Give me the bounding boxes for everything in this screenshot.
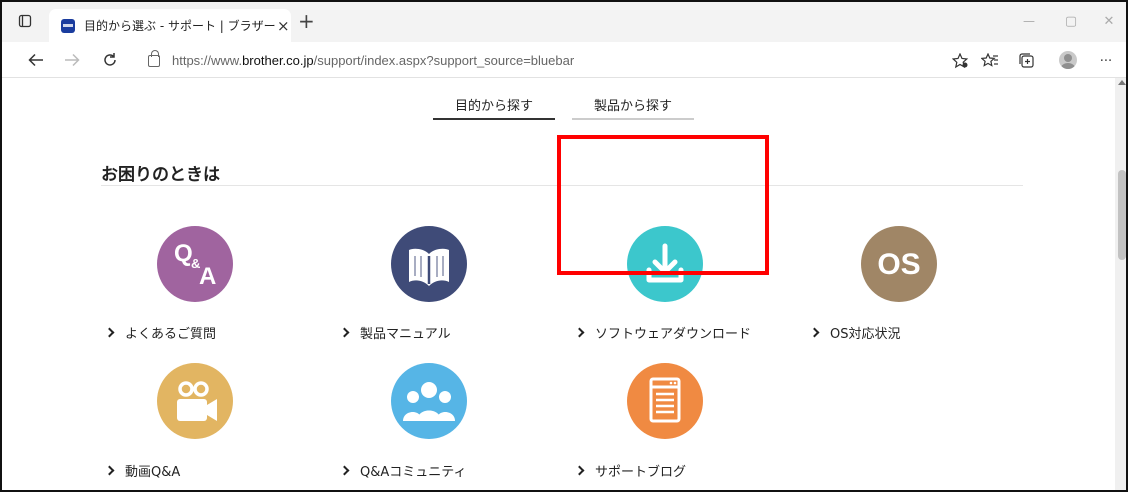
link-faq-label: よくあるご質問 <box>125 327 217 342</box>
chevron-right-icon <box>809 327 820 338</box>
address-bar[interactable]: https://www.brother.co.jp/support/index.… <box>140 47 942 74</box>
svg-text:Q: Q <box>174 240 193 267</box>
inactive-tab-underline <box>572 118 694 120</box>
scroll-up-arrow-icon[interactable] <box>1118 80 1126 85</box>
maximize-button[interactable]: ▢ <box>1062 12 1080 30</box>
profile-avatar[interactable] <box>1059 51 1077 69</box>
tab-search-by-product[interactable]: 製品から探す <box>572 88 694 120</box>
chevron-right-icon <box>104 465 115 476</box>
link-product-manual[interactable]: 製品マニュアル <box>339 323 451 342</box>
active-tab-underline <box>433 118 555 120</box>
tab-search-by-purpose[interactable]: 目的から探す <box>433 88 555 120</box>
browser-window: 目的から選ぶ - サポート | ブラザー × + — ▢ ✕ https://w… <box>0 0 1128 492</box>
tab-actions-icon[interactable] <box>16 12 34 30</box>
lock-icon[interactable] <box>148 49 160 67</box>
book-icon[interactable] <box>391 226 467 302</box>
back-arrow-icon[interactable] <box>26 50 46 70</box>
link-support-blog-label: サポートブログ <box>595 465 687 480</box>
link-video-qa[interactable]: 動画Q&A <box>104 461 180 480</box>
link-os-support[interactable]: OS対応状況 <box>809 323 901 342</box>
brother-favicon-icon <box>61 18 75 33</box>
forward-arrow-icon[interactable] <box>62 50 82 70</box>
tab-search-by-purpose-label: 目的から探す <box>454 98 533 114</box>
highlight-box <box>557 135 769 275</box>
svg-text:A: A <box>199 263 216 290</box>
chevron-right-icon <box>574 465 585 476</box>
qa-icon[interactable]: Q & A <box>157 226 233 302</box>
more-menu-icon[interactable]: ··· <box>1096 51 1116 71</box>
new-tab-button[interactable]: + <box>298 11 315 31</box>
read-aloud-icon[interactable] <box>950 51 970 71</box>
tab-title: 目的から選ぶ - サポート | ブラザー <box>84 19 276 33</box>
link-qa-community[interactable]: Q&Aコミュニティ <box>339 461 466 480</box>
refresh-icon[interactable] <box>100 50 120 70</box>
address-toolbar: https://www.brother.co.jp/support/index.… <box>2 42 1126 78</box>
chevron-right-icon <box>339 465 350 476</box>
link-faq[interactable]: よくあるご質問 <box>104 323 216 342</box>
close-window-button[interactable]: ✕ <box>1100 12 1118 30</box>
link-software-download-label: ソフトウェアダウンロード <box>595 327 752 342</box>
link-support-blog[interactable]: サポートブログ <box>574 461 686 480</box>
chevron-right-icon <box>574 327 585 338</box>
favorites-icon[interactable] <box>980 51 1000 71</box>
community-icon[interactable] <box>391 363 467 439</box>
vertical-scrollbar[interactable] <box>1115 78 1126 490</box>
svg-text:OS: OS <box>877 248 920 281</box>
link-software-download[interactable]: ソフトウェアダウンロード <box>574 323 751 342</box>
tab-close-icon[interactable]: × <box>276 17 291 35</box>
section-title: お困りのときは <box>101 165 220 185</box>
tab-bar: 目的から選ぶ - サポート | ブラザー × + — ▢ ✕ <box>2 2 1126 42</box>
minimize-button[interactable]: — <box>1020 12 1038 30</box>
link-video-qa-label: 動画Q&A <box>125 465 181 480</box>
link-qa-community-label: Q&Aコミュニティ <box>360 465 467 480</box>
video-camera-icon[interactable] <box>157 363 233 439</box>
browser-tab[interactable]: 目的から選ぶ - サポート | ブラザー × <box>49 9 291 42</box>
url-text: https://www.brother.co.jp/support/index.… <box>172 53 575 68</box>
chevron-right-icon <box>104 327 115 338</box>
tab-search-by-product-label: 製品から探す <box>593 98 672 114</box>
collections-icon[interactable] <box>1017 51 1037 71</box>
chevron-right-icon <box>339 327 350 338</box>
link-os-support-label: OS対応状況 <box>830 327 901 342</box>
os-icon[interactable]: OS <box>861 226 937 302</box>
link-product-manual-label: 製品マニュアル <box>360 327 451 342</box>
scroll-thumb[interactable] <box>1118 170 1126 260</box>
blog-icon[interactable] <box>627 363 703 439</box>
